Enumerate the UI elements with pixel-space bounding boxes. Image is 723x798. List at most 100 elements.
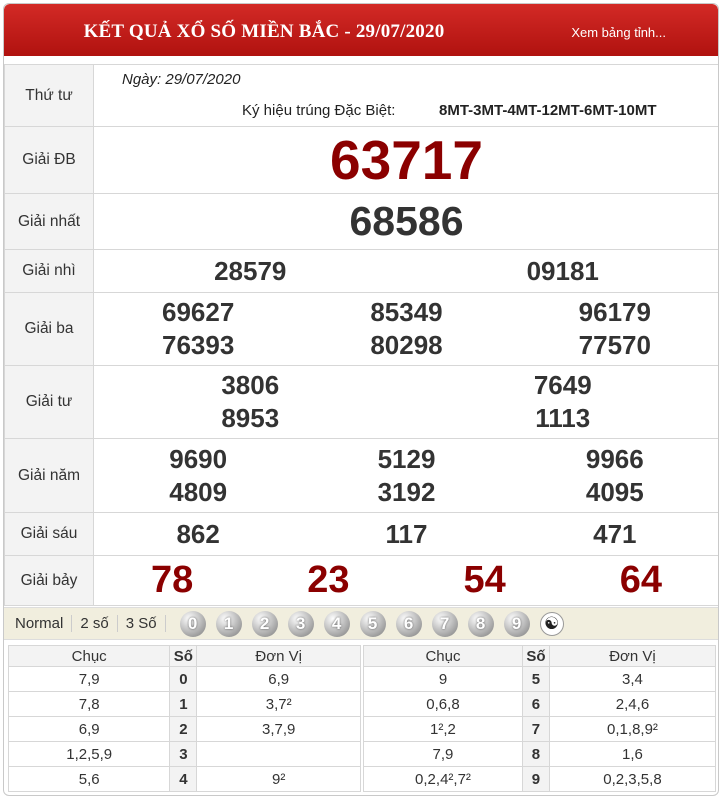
cell-chuc: 0,6,8 — [363, 691, 523, 717]
prize-nhi-cell: 28579 09181 — [93, 249, 718, 293]
prize-db-cell: 63717 — [93, 126, 718, 194]
cell-chuc: 6,9 — [7, 716, 171, 742]
cell-so: 2 — [169, 716, 198, 742]
digit-ball-7[interactable]: 7 — [431, 610, 458, 637]
cell-so: 5 — [521, 666, 550, 692]
prize-label-bay: Giải bảy — [4, 555, 94, 606]
prize-tu-cell: 3806 7649 8953 1113 — [93, 365, 718, 439]
prize-number: 7649 — [533, 370, 592, 400]
cell-chuc: 1²,2 — [363, 716, 523, 742]
cell-chuc: 5,6 — [7, 766, 171, 792]
digit-ball-1[interactable]: 1 — [215, 610, 242, 637]
digit-ball-6[interactable]: 6 — [395, 610, 422, 637]
prize-sau-cell: 862 117 471 — [93, 512, 718, 556]
prize-number: 5129 — [377, 443, 436, 474]
prize-bay-cell: 78 23 54 64 — [93, 555, 718, 606]
prize-number: 8953 — [221, 403, 280, 433]
cell-donvi: 3,4 — [548, 666, 717, 692]
cell-donvi: 2,4,6 — [548, 691, 717, 717]
prize-label-nhat: Giải nhất — [4, 193, 94, 250]
digit-ball-5[interactable]: 5 — [359, 610, 386, 637]
prize-number: 54 — [463, 559, 506, 601]
cell-so: 9 — [521, 766, 550, 792]
prize-label-tu: Giải tư — [4, 365, 94, 439]
cell-donvi: 3,7,9 — [196, 716, 361, 742]
loto-table-left: Chục Số Đơn Vị 7,9 0 6,9 7,8 1 3,7² 6,9 2 3,7,… — [7, 645, 361, 792]
prize-label-ba: Giải ba — [4, 292, 94, 366]
yin-yang-icon[interactable]: ☯ — [539, 611, 564, 636]
prize-number: 3806 — [221, 370, 280, 400]
cell-donvi: 0,1,8,9² — [548, 716, 717, 742]
table-row: 7,9 8 1,6 — [363, 741, 717, 767]
table-row: 0,2,4²,7² 9 0,2,3,5,8 — [363, 766, 717, 792]
prize-number: 9966 — [585, 443, 644, 474]
prize-label-sau: Giải sáu — [4, 512, 94, 556]
prize-number: 78 — [150, 559, 194, 601]
digit-ball-2[interactable]: 2 — [251, 610, 278, 637]
cell-so: 7 — [521, 716, 550, 742]
prize-label-nam: Giải năm — [4, 438, 94, 513]
digit-filters: 0 1 2 3 4 5 6 7 8 9 ☯ — [179, 610, 564, 637]
weekday-label: Thứ tư — [4, 64, 94, 127]
results-table: Thứ tư Ngày: 29/07/2020 Ký hiệu trúng Đặ… — [4, 64, 718, 606]
table-row: 1²,2 7 0,1,8,9² — [363, 716, 717, 742]
cell-chuc: 7,9 — [363, 741, 523, 767]
cell-chuc: 1,2,5,9 — [7, 741, 171, 767]
digit-ball-8[interactable]: 8 — [467, 610, 494, 637]
cell-chuc: 7,9 — [7, 666, 171, 692]
prize-number: 76393 — [162, 330, 235, 360]
prize-number: 471 — [593, 518, 637, 549]
prize-number: 77570 — [578, 330, 651, 360]
tab-2-so[interactable]: 2 số — [72, 615, 118, 632]
table-row: 1,2,5,9 3 — [7, 741, 361, 767]
prize-number: 23 — [307, 559, 350, 601]
digit-ball-0[interactable]: 0 — [179, 610, 206, 637]
prize-ba-cell: 69627 85349 96179 76393 80298 77570 — [93, 292, 718, 366]
col-header-chuc: Chục — [363, 645, 523, 667]
prize-number: 1113 — [535, 403, 591, 433]
col-header-donvi: Đơn Vị — [548, 645, 717, 667]
prize-label-nhi: Giải nhì — [4, 249, 94, 293]
cell-so: 0 — [169, 666, 198, 692]
cell-chuc: 9 — [363, 666, 523, 692]
digit-ball-4[interactable]: 4 — [323, 610, 350, 637]
special-symbol-label: Ký hiệu trúng Đặc Biệt: — [242, 102, 396, 119]
prize-number: 3192 — [377, 476, 436, 507]
prize-number: 117 — [385, 518, 428, 549]
col-header-so: Số — [521, 645, 550, 667]
cell-so: 3 — [169, 741, 198, 767]
results-panel: KẾT QUẢ XỔ SỐ MIỀN BẮC - 29/07/2020 Xem … — [3, 3, 719, 796]
special-symbol-value: 8MT-3MT-4MT-12MT-6MT-10MT — [439, 102, 657, 119]
cell-so: 6 — [521, 691, 550, 717]
draw-date: Ngày: 29/07/2020 — [122, 71, 241, 88]
prize-nam-cell: 9690 5129 9966 4809 3192 4095 — [93, 438, 718, 513]
col-header-donvi: Đơn Vị — [196, 645, 361, 667]
view-province-link[interactable]: Xem bảng tỉnh... — [571, 25, 666, 40]
cell-so: 4 — [169, 766, 198, 792]
tab-normal[interactable]: Normal — [4, 615, 73, 632]
prize-nhat-cell: 68586 — [93, 193, 718, 250]
cell-chuc: 0,2,4²,7² — [363, 766, 523, 792]
cell-donvi: 1,6 — [548, 741, 717, 767]
cell-so: 1 — [169, 691, 198, 717]
cell-donvi: 9² — [196, 766, 361, 792]
draw-info: Ngày: 29/07/2020 Ký hiệu trúng Đặc Biệt:… — [93, 64, 718, 127]
digit-ball-9[interactable]: 9 — [503, 610, 530, 637]
cell-donvi: 3,7² — [196, 691, 361, 717]
first-prize-number: 68586 — [349, 198, 464, 244]
table-row: 7,9 0 6,9 — [7, 666, 361, 692]
prize-number: 85349 — [370, 297, 443, 327]
digit-ball-3[interactable]: 3 — [287, 610, 314, 637]
prize-number: 69627 — [162, 297, 235, 327]
prize-number: 4809 — [169, 476, 228, 507]
table-row: 6,9 2 3,7,9 — [7, 716, 361, 742]
cell-donvi: 6,9 — [196, 666, 361, 692]
filter-bar: Normal 2 số 3 Số 0 1 2 3 4 5 6 7 8 9 ☯ — [4, 607, 718, 640]
tab-3-so[interactable]: 3 Số — [118, 615, 166, 632]
prize-number: 9690 — [169, 443, 228, 474]
col-header-chuc: Chục — [7, 645, 171, 667]
prize-number: 4095 — [585, 476, 644, 507]
cell-so: 8 — [521, 741, 550, 767]
prize-number: 64 — [619, 559, 663, 601]
table-row: 7,8 1 3,7² — [7, 691, 361, 717]
